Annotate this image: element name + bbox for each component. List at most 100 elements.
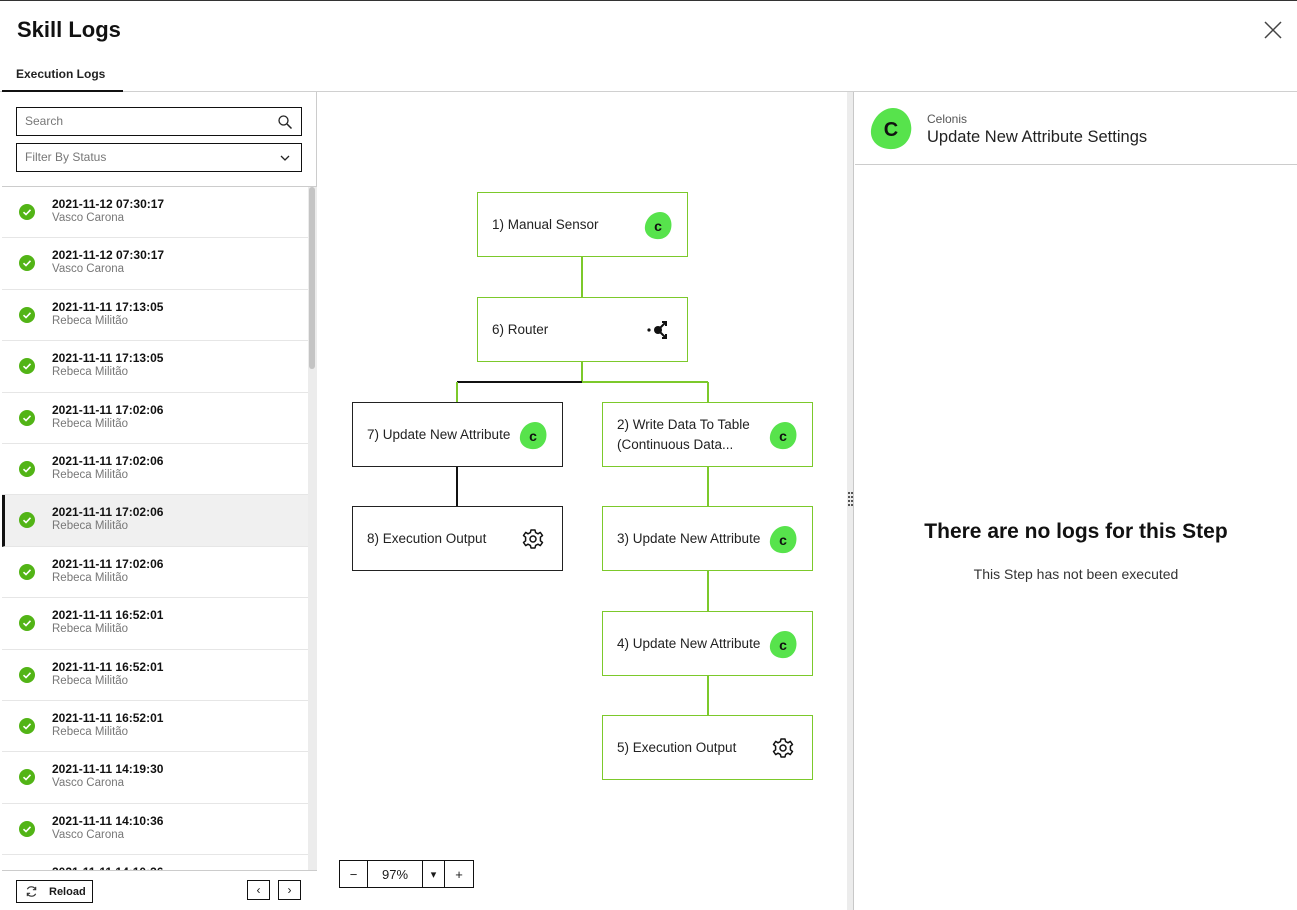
flow-node[interactable]: 7) Update New Attribute c [352, 402, 563, 467]
log-user: Rebeca Militão [52, 571, 129, 584]
zoom-in-button[interactable]: + [445, 861, 473, 887]
flow-node[interactable]: 6) Router [477, 297, 688, 362]
success-check-icon [19, 358, 35, 375]
log-user: Vasco Carona [52, 828, 125, 841]
success-check-icon [19, 666, 35, 683]
success-check-icon [19, 820, 35, 837]
search-icon[interactable] [277, 114, 293, 130]
success-check-icon [19, 615, 35, 632]
success-check-icon [19, 769, 35, 786]
workflow-canvas[interactable]: 1) Manual Sensor c 6) Router 7) Update New … [317, 92, 847, 910]
log-list-item[interactable]: 2021-11-11 14:10:36 [2, 855, 308, 870]
chevron-down-icon [280, 155, 290, 161]
flow-node-label: 7) Update New Attribute [367, 426, 511, 442]
drag-grip-icon [848, 492, 853, 506]
log-timestamp: 2021-11-11 14:10:36 [52, 813, 164, 828]
log-timestamp: 2021-11-11 16:52:01 [52, 659, 164, 674]
success-check-icon [19, 460, 35, 477]
log-user: Vasco Carona [52, 212, 125, 224]
gear-icon [772, 737, 794, 758]
log-list-item[interactable]: 2021-11-11 14:10:36 Vasco Carona [2, 804, 308, 856]
celonis-logo-icon: c [769, 630, 797, 658]
success-check-icon [19, 717, 35, 734]
log-timestamp: 2021-11-11 16:52:01 [52, 710, 164, 725]
log-user: Vasco Carona [52, 777, 125, 790]
log-timestamp: 2021-11-11 17:02:06 [52, 556, 164, 571]
log-list-item[interactable]: 2021-11-11 17:13:05 Rebeca Militão [2, 290, 308, 342]
search-placeholder: Search [25, 114, 64, 128]
reload-button[interactable]: Reload [16, 880, 93, 903]
svg-text:C: C [884, 119, 898, 141]
log-timestamp: 2021-11-11 17:13:05 [52, 299, 164, 314]
flow-node[interactable]: 4) Update New Attribute c [602, 611, 813, 676]
success-check-icon [19, 255, 35, 272]
log-user: Rebeca Militão [52, 725, 129, 738]
log-timestamp: 2021-11-11 14:19:30 [52, 762, 164, 777]
log-user: Rebeca Militão [52, 366, 129, 379]
log-user: Rebeca Militão [52, 623, 129, 636]
log-timestamp: 2021-11-11 17:02:06 [52, 453, 164, 468]
zoom-controls: − 97% ▾ + [339, 860, 474, 888]
log-user: Vasco Carona [52, 263, 125, 276]
log-list-item[interactable]: 2021-11-11 17:02:06 Rebeca Militão [2, 393, 308, 444]
flow-node[interactable]: 3) Update New Attribute c [602, 506, 813, 571]
flow-node[interactable]: 8) Execution Output [352, 506, 563, 571]
celonis-logo-icon: c [769, 421, 797, 449]
modal-title: Skill Logs [17, 17, 121, 42]
scrollbar-thumb[interactable] [309, 187, 315, 369]
log-user: Rebeca Militão [52, 417, 129, 430]
step-provider: Celonis [927, 112, 968, 126]
log-timestamp: 2021-11-11 17:02:06 [52, 402, 164, 417]
step-title: Update New Attribute Settings [927, 128, 1148, 146]
log-user: Rebeca Militão [52, 468, 129, 481]
log-list-item[interactable]: 2021-11-11 16:52:01 Rebeca Militão [2, 650, 308, 701]
svg-text:c: c [654, 218, 662, 234]
log-list-item[interactable]: 2021-11-11 16:52:01 Rebeca Militão [2, 598, 308, 650]
flow-node-label: 6) Router [492, 321, 549, 337]
flow-node-label: 4) Update New Attribute [617, 635, 761, 651]
log-list-item[interactable]: 2021-11-11 14:19:30 Vasco Carona [2, 752, 308, 804]
flow-node-label: 5) Execution Output [617, 739, 737, 755]
celonis-logo-icon: c [644, 211, 672, 239]
execution-log-sidebar: Search Filter By Status 2021-11-12 07:30… [2, 92, 317, 910]
panel-resize-handle[interactable] [847, 92, 854, 910]
log-timestamp: 2021-11-11 16:52:01 [52, 608, 164, 623]
flow-node[interactable]: 5) Execution Output [602, 715, 813, 780]
log-list-item[interactable]: 2021-11-11 17:13:05 Rebeca Militão [2, 341, 308, 393]
flow-node[interactable]: 1) Manual Sensor c [477, 192, 688, 257]
log-list-item[interactable]: 2021-11-11 17:02:06 Rebeca Militão [2, 444, 308, 496]
log-list-item[interactable]: 2021-11-11 16:52:01 Rebeca Militão [2, 701, 308, 753]
tab-bar: Execution Logs [0, 57, 1297, 92]
close-icon[interactable] [1262, 19, 1284, 41]
step-details-header: C Celonis Update New Attribute Settings [855, 92, 1297, 165]
flow-node-label: 1) Manual Sensor [492, 216, 599, 232]
router-icon [647, 320, 667, 339]
svg-text:c: c [529, 428, 537, 444]
zoom-out-button[interactable]: − [340, 861, 368, 887]
prev-page-button[interactable]: ‹ [247, 880, 270, 900]
log-list-item[interactable]: 2021-11-12 07:30:17 Vasco Carona [2, 187, 308, 239]
success-check-icon [19, 563, 35, 580]
status-filter-select[interactable]: Filter By Status [16, 143, 302, 172]
zoom-dropdown-button[interactable]: ▾ [423, 861, 445, 887]
celonis-logo-icon: c [519, 421, 547, 449]
log-list-item[interactable]: 2021-11-11 17:02:06 Rebeca Militão [2, 495, 308, 547]
svg-text:c: c [779, 428, 787, 444]
log-list-item[interactable]: 2021-11-12 07:30:17 Vasco Carona [2, 238, 308, 290]
skill-logs-modal: Skill Logs Execution Logs Search Filter … [0, 0, 1297, 910]
log-list-item[interactable]: 2021-11-11 17:02:06 Rebeca Militão [2, 547, 308, 599]
tab-execution-logs[interactable]: Execution Logs [2, 57, 123, 92]
flow-node-label: 8) Execution Output [367, 530, 487, 546]
log-timestamp: 2021-11-12 07:30:17 [52, 248, 165, 263]
flow-node[interactable]: 2) Write Data To Table (Continuous Data.… [602, 402, 813, 467]
step-details-panel: C Celonis Update New Attribute Settings … [855, 92, 1297, 910]
log-timestamp: 2021-11-12 07:30:17 [52, 197, 165, 211]
search-input[interactable]: Search [16, 107, 302, 136]
log-timestamp: 2021-11-11 17:13:05 [52, 351, 164, 366]
log-user: Rebeca Militão [52, 314, 129, 327]
celonis-logo-icon: C [870, 108, 912, 150]
log-list-scrollbar[interactable] [308, 187, 317, 870]
success-check-icon [19, 306, 35, 323]
success-check-icon [19, 512, 35, 529]
next-page-button[interactable]: › [278, 880, 301, 900]
